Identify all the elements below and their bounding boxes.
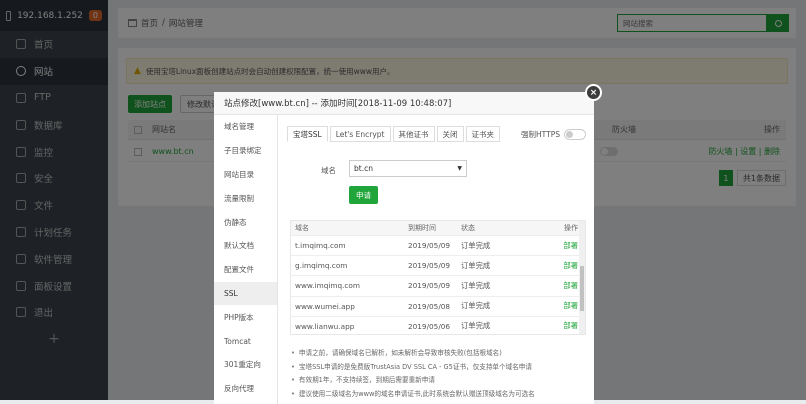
tab-lets-encrypt[interactable]: Let's Encrypt xyxy=(329,126,391,142)
cell-expire: 2019/05/09 xyxy=(408,281,451,291)
ssl-content: 宝塔SSL Let's Encrypt 其他证书 关闭 证书夹 强制HTTPS … xyxy=(287,125,586,404)
table-row: www.imqimq.com 2019/05/09 订单完成 部署 xyxy=(291,275,585,295)
nav-site-dir[interactable]: 网站目录 xyxy=(214,163,277,187)
force-https: 强制HTTPS xyxy=(521,128,586,140)
cell-status: 订单完成 xyxy=(461,321,491,331)
note-item: 宝塔SSL申请的是免费版TrustAsia DV SSL CA - G5证书，仅… xyxy=(291,361,586,375)
tab-cert-folder[interactable]: 证书夹 xyxy=(465,126,500,142)
header-status: 状态 xyxy=(461,224,475,232)
cell-domain: g.imqimq.com xyxy=(295,261,348,271)
header-expire: 到期时间 xyxy=(408,224,436,232)
force-https-label: 强制HTTPS xyxy=(521,129,560,139)
ssl-tabs: 宝塔SSL Let's Encrypt 其他证书 关闭 证书夹 强制HTTPS xyxy=(287,125,586,143)
nav-ssl[interactable]: SSL xyxy=(214,281,277,306)
deploy-button[interactable]: 部署 xyxy=(548,241,578,251)
nav-traffic-limit[interactable]: 流量限制 xyxy=(214,186,277,210)
cell-domain: www.lianwu.app xyxy=(295,321,355,331)
tab-bt-ssl[interactable]: 宝塔SSL xyxy=(287,126,328,142)
header-action: 操作 xyxy=(564,224,578,232)
cert-table-header: 域名 到期时间 状态 操作 xyxy=(291,221,585,235)
domain-select-value: bt.cn xyxy=(354,164,373,173)
cert-table: 域名 到期时间 状态 操作 t.imqimq.com 2019/05/09 订单… xyxy=(290,220,586,335)
cell-domain: t.imqimq.com xyxy=(295,241,346,251)
nav-php-version[interactable]: PHP版本 xyxy=(214,305,277,329)
tab-close[interactable]: 关闭 xyxy=(436,126,464,142)
domain-select[interactable]: bt.cn ▼ xyxy=(349,160,467,177)
note-item: 有效期1年，不支持续签，到期后需要重新申请 xyxy=(291,374,586,388)
cell-expire: 2019/05/06 xyxy=(408,321,451,331)
nav-rewrite[interactable]: 伪静态 xyxy=(214,210,277,234)
note-item: 建议使用二级域名为www的域名申请证书,此时系统会默认赠送顶级域名为可选名 xyxy=(291,388,586,402)
cell-status: 订单完成 xyxy=(461,280,491,290)
apply-button[interactable]: 申请 xyxy=(349,186,378,204)
nav-tomcat[interactable]: Tomcat xyxy=(214,329,277,353)
deploy-button[interactable]: 部署 xyxy=(548,281,578,291)
note-item: 申请之前，请确保域名已解析，如未解析会导致审核失败(包括根域名) xyxy=(291,347,586,361)
domain-label: 域名 xyxy=(321,166,336,175)
nav-domain-manage[interactable]: 域名管理 xyxy=(214,115,277,139)
cell-domain: www.imqimq.com xyxy=(295,281,360,291)
cell-domain: www.wumei.app xyxy=(295,301,355,311)
nav-redirect-301[interactable]: 301重定向 xyxy=(214,353,277,377)
cell-status: 订单完成 xyxy=(461,240,491,250)
deploy-button[interactable]: 部署 xyxy=(548,321,578,331)
modal-title: 站点修改[www.bt.cn] -- 添加时间[2018-11-09 10:48… xyxy=(214,92,594,115)
table-row: g.imqimq.com 2019/05/09 订单完成 部署 xyxy=(291,255,585,275)
header-domain: 域名 xyxy=(295,224,309,232)
cell-expire: 2019/05/09 xyxy=(408,261,451,271)
cell-expire: 2019/05/08 xyxy=(408,301,451,311)
nav-subdir-bind[interactable]: 子目录绑定 xyxy=(214,139,277,163)
modal-nav: 域名管理 子目录绑定 网站目录 流量限制 伪静态 默认文档 配置文件 SSL P… xyxy=(214,115,278,404)
cell-status: 订单完成 xyxy=(461,301,491,311)
nav-default-doc[interactable]: 默认文档 xyxy=(214,234,277,258)
tab-other-cert[interactable]: 其他证书 xyxy=(392,126,435,142)
deploy-button[interactable]: 部署 xyxy=(548,301,578,311)
table-row: www.lianwu.app 2019/05/06 订单完成 部署 xyxy=(291,315,585,334)
nav-config-file[interactable]: 配置文件 xyxy=(214,258,277,282)
site-edit-modal: 站点修改[www.bt.cn] -- 添加时间[2018-11-09 10:48… xyxy=(214,92,594,404)
ssl-notes: 申请之前，请确保域名已解析，如未解析会导致审核失败(包括根域名) 宝塔SSL申请… xyxy=(291,347,586,401)
table-row: t.imqimq.com 2019/05/09 订单完成 部署 xyxy=(291,235,585,255)
table-scrollbar[interactable] xyxy=(579,221,585,334)
force-https-toggle[interactable] xyxy=(564,128,586,140)
nav-reverse-proxy[interactable]: 反向代理 xyxy=(214,377,277,401)
deploy-button[interactable]: 部署 xyxy=(548,261,578,271)
cell-status: 订单完成 xyxy=(461,260,491,270)
cell-expire: 2019/05/09 xyxy=(408,241,451,251)
table-row: www.wumei.app 2019/05/08 订单完成 部署 xyxy=(291,295,585,316)
close-icon[interactable]: × xyxy=(585,84,602,101)
chevron-down-icon: ▼ xyxy=(457,165,462,172)
